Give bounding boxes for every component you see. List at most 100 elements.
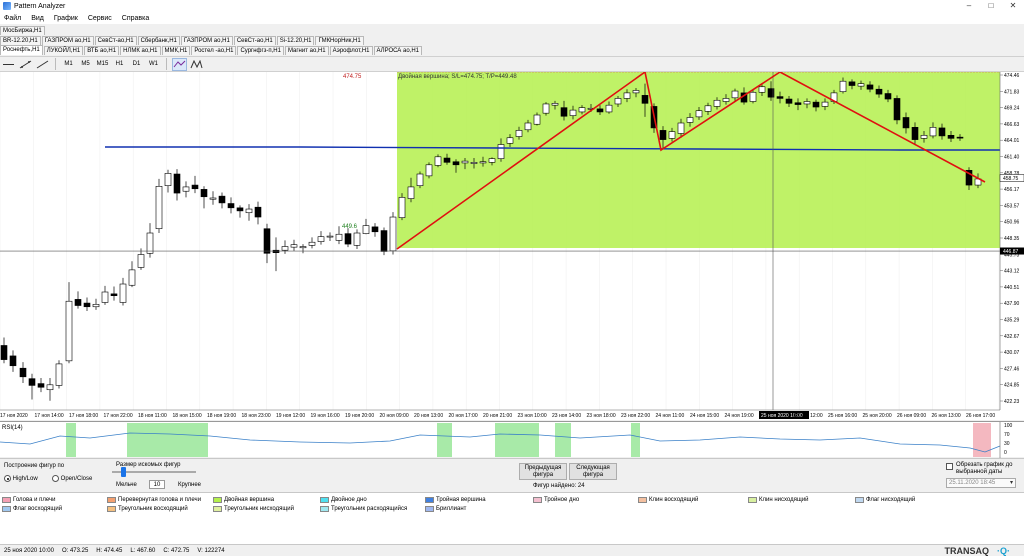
candle[interactable] xyxy=(65,300,73,362)
candle[interactable] xyxy=(434,156,442,166)
candle[interactable] xyxy=(37,383,45,388)
candle[interactable] xyxy=(55,363,63,386)
line-chart-icon[interactable] xyxy=(172,57,187,71)
candle[interactable] xyxy=(875,88,883,95)
candle[interactable] xyxy=(866,84,874,90)
candle[interactable] xyxy=(101,291,109,303)
candle[interactable] xyxy=(335,233,343,241)
tab-row3-1[interactable]: ЛУКОЙЛ,H1 xyxy=(43,46,84,55)
candle[interactable] xyxy=(641,95,649,104)
candle[interactable] xyxy=(46,384,54,391)
candle[interactable] xyxy=(344,233,352,245)
next-figure-button[interactable]: Следующая фигура xyxy=(569,463,617,480)
menu-view[interactable]: Вид xyxy=(31,15,44,22)
candle[interactable] xyxy=(0,345,8,360)
candle[interactable] xyxy=(533,114,541,125)
price-chart[interactable]: Двойная вершина; S/L=474.75; T/P=449.48 4… xyxy=(0,70,1024,420)
candle[interactable] xyxy=(173,173,181,194)
tab-row3-3[interactable]: НЛМК ао,H1 xyxy=(120,46,161,55)
candle[interactable] xyxy=(749,91,757,102)
candle[interactable] xyxy=(947,134,955,139)
candle[interactable] xyxy=(758,86,766,93)
candle[interactable] xyxy=(362,225,370,234)
tab-row2-1[interactable]: ГАЗПРОМ ао,H1 xyxy=(41,36,94,45)
maximize-button[interactable]: □ xyxy=(980,0,1002,12)
candle[interactable] xyxy=(452,161,460,166)
candle[interactable] xyxy=(920,134,928,139)
tab-row2-5[interactable]: СевСт-ао,H1 xyxy=(233,36,276,45)
candle[interactable] xyxy=(470,162,478,164)
tab-row3-9[interactable]: АЛРОСА ао,H1 xyxy=(373,46,422,55)
candle[interactable] xyxy=(272,249,280,253)
candle[interactable] xyxy=(596,108,604,113)
size-slider-thumb[interactable] xyxy=(121,467,126,477)
tab-row3-5[interactable]: Ростел -ао,H1 xyxy=(191,46,237,55)
candle[interactable] xyxy=(542,103,550,114)
minimize-button[interactable]: – xyxy=(958,0,980,12)
candle[interactable] xyxy=(110,293,118,296)
candle[interactable] xyxy=(209,197,217,200)
candle[interactable] xyxy=(569,109,577,116)
timeframe-h1-button[interactable]: H1 xyxy=(112,58,127,71)
candle[interactable] xyxy=(722,98,730,102)
candle[interactable] xyxy=(128,269,136,286)
prev-figure-button[interactable]: Предыдущая фигура xyxy=(519,463,567,480)
tab-row3-0[interactable]: Роснефть,H1 xyxy=(0,45,43,55)
candle[interactable] xyxy=(380,230,388,252)
tab-row3-6[interactable]: Сургнфгз-п,H1 xyxy=(237,46,284,55)
calendar-dropdown-icon[interactable]: ▾ xyxy=(1010,479,1013,488)
candle[interactable] xyxy=(164,173,172,186)
candle[interactable] xyxy=(938,127,946,137)
tab-row2-3[interactable]: Сбербанк,H1 xyxy=(137,36,180,45)
candle[interactable] xyxy=(398,197,406,218)
candle[interactable] xyxy=(290,244,298,248)
candle[interactable] xyxy=(551,103,559,106)
candle[interactable] xyxy=(308,241,316,246)
candle[interactable] xyxy=(686,117,694,123)
tab-row2-2[interactable]: СевСт-ао,H1 xyxy=(94,36,137,45)
candle[interactable] xyxy=(83,302,91,308)
candle[interactable] xyxy=(191,184,199,190)
candle[interactable] xyxy=(254,206,262,218)
candle[interactable] xyxy=(776,96,784,99)
candle[interactable] xyxy=(497,144,505,159)
high-low-option[interactable]: High/Low xyxy=(4,475,38,482)
trim-checkbox[interactable] xyxy=(946,463,953,470)
candle[interactable] xyxy=(461,160,469,164)
candle[interactable] xyxy=(407,186,415,199)
candle[interactable] xyxy=(326,235,334,238)
candle[interactable] xyxy=(299,246,307,249)
ray-tool-icon[interactable] xyxy=(18,58,33,71)
candle[interactable] xyxy=(812,101,820,108)
candle[interactable] xyxy=(425,164,433,177)
candle[interactable] xyxy=(884,93,892,100)
tab-row2-7[interactable]: ГМКНорНик,H1 xyxy=(315,36,364,45)
close-button[interactable]: ✕ xyxy=(1002,0,1024,12)
candle[interactable] xyxy=(119,283,127,303)
candle[interactable] xyxy=(155,186,163,230)
menu-file[interactable]: Файл xyxy=(4,15,21,22)
tab-instrument[interactable]: МосБиржа,H1 xyxy=(0,26,45,35)
candle[interactable] xyxy=(902,117,910,129)
candle[interactable] xyxy=(911,127,919,140)
candle[interactable] xyxy=(74,299,82,306)
tab-row3-2[interactable]: ВТБ ао,H1 xyxy=(84,46,120,55)
candle[interactable] xyxy=(245,208,253,214)
candle[interactable] xyxy=(695,110,703,118)
candle[interactable] xyxy=(443,157,451,163)
candle[interactable] xyxy=(524,122,532,131)
candle[interactable] xyxy=(956,136,964,139)
tab-row2-6[interactable]: Si-12.20,H1 xyxy=(276,36,315,45)
candle[interactable] xyxy=(227,203,235,209)
candle[interactable] xyxy=(605,104,613,113)
candle[interactable] xyxy=(389,216,397,252)
timeframe-m5-button[interactable]: M5 xyxy=(78,58,93,71)
candle[interactable] xyxy=(416,173,424,186)
candle[interactable] xyxy=(137,254,145,268)
menu-help[interactable]: Справка xyxy=(122,15,149,22)
tab-row2-0[interactable]: BR-12.20,H1 xyxy=(0,36,41,45)
candle[interactable] xyxy=(623,92,631,99)
high-low-radio[interactable] xyxy=(4,475,11,482)
open-close-option[interactable]: Open/Close xyxy=(52,475,92,482)
candle[interactable] xyxy=(371,226,379,233)
